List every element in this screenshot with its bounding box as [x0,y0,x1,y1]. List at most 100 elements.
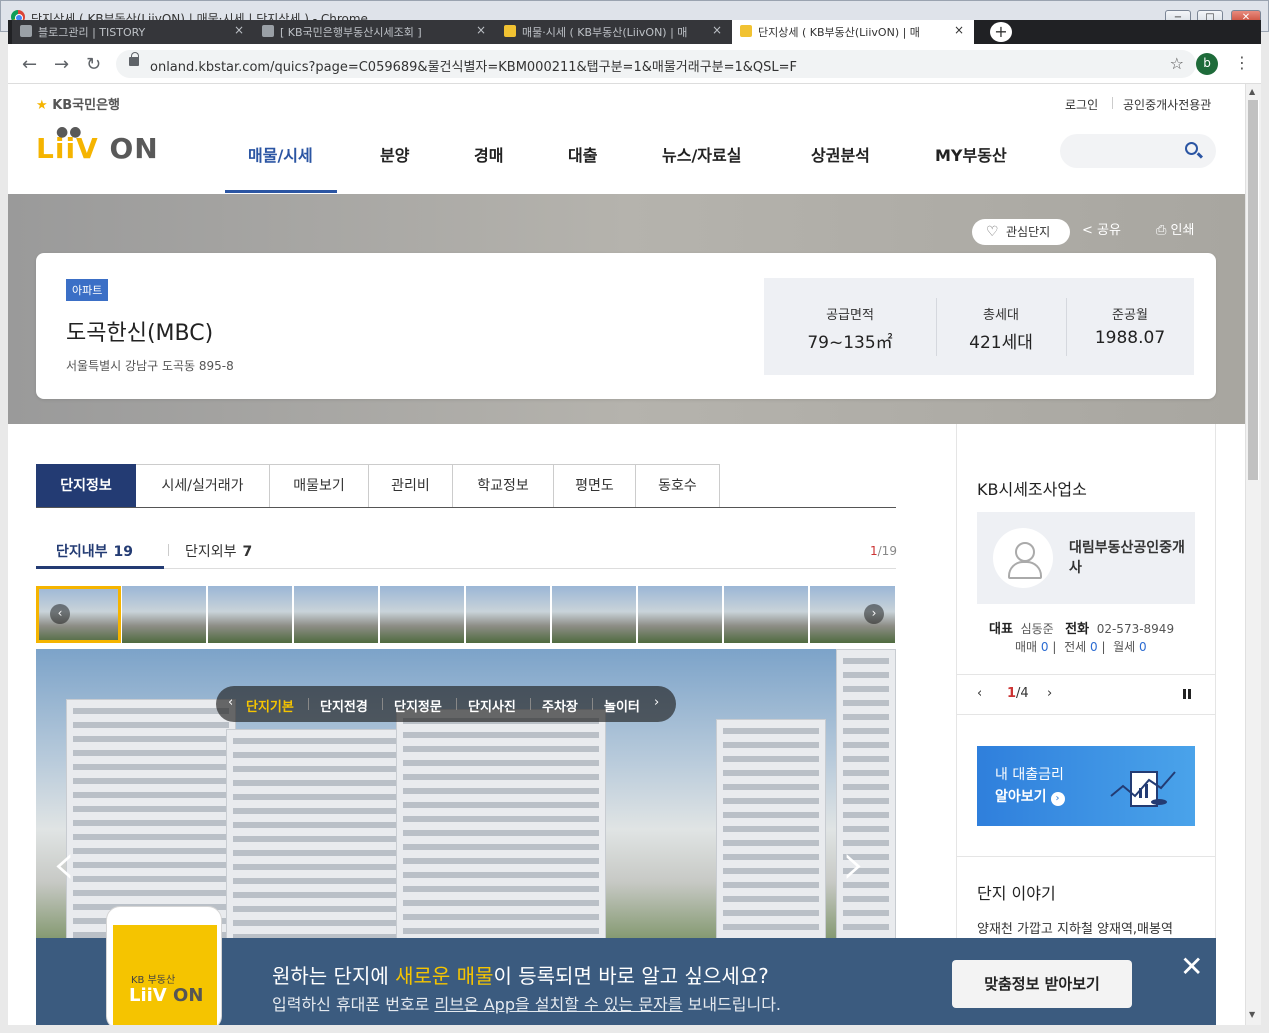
tab-close-icon[interactable]: × [712,23,722,37]
category-parking[interactable]: 주차장 [542,696,578,715]
liivon-logo[interactable]: ●● LiiV ON [36,124,159,165]
tab-price[interactable]: 시세/실거래가 [136,464,270,508]
tab-strip: 블로그관리 | TISTORY × [ KB국민은행부동산시세조회 ] × 매물… [8,20,1261,44]
agent-next-icon[interactable]: › [1047,686,1052,701]
thumb-next-arrow-icon[interactable]: › [864,604,884,624]
stat-value: 79~135㎡ [807,333,893,353]
site-search-input[interactable] [1060,134,1216,168]
reload-button[interactable]: ↻ [86,54,101,75]
browser-tab-active[interactable]: 단지상세 ( KB부동산(LiivON) | 매 × [732,20,974,44]
agent-card[interactable]: 대림부동산공인중개사 [977,512,1195,604]
agent-hall-link[interactable]: 공인중개사전용관 [1123,96,1211,113]
gnb-my[interactable]: MY부동산 [935,142,1007,166]
tab-listings[interactable]: 매물보기 [270,464,369,508]
photo-thumbnail[interactable] [552,586,637,643]
category-prev-icon[interactable]: ‹ [228,695,233,710]
photo-thumbnail[interactable] [122,586,207,643]
gnb-listings[interactable]: 매물/시세 [248,142,313,166]
browser-tab[interactable]: [ KB국민은행부동산시세조회 ] × [254,20,496,44]
lock-icon [129,52,139,66]
favorite-complex-button[interactable]: ♡ 관심단지 [972,219,1070,245]
agent-name: 대림부동산공인중개사 [1069,540,1185,576]
category-photos[interactable]: 단지사진 [468,696,516,715]
photo-thumbnail[interactable] [466,586,551,643]
tab-close-icon[interactable]: × [476,23,486,37]
back-button[interactable]: ← [22,54,37,75]
gnb-loan[interactable]: 대출 [568,142,597,166]
phone-on-text: ON [173,985,204,1006]
category-playground[interactable]: 놀이터 [604,696,640,715]
subtext-pre: 입력하신 휴대폰 번호로 [272,995,435,1014]
photo-thumbnail[interactable] [724,586,809,643]
photo-thumbnail[interactable] [638,586,723,643]
photo-counter-current: 1 [870,544,878,558]
photo-thumbnail[interactable] [208,586,293,643]
agent-prev-icon[interactable]: ‹ [977,686,982,701]
headline-post: 이 등록되면 바로 알고 싶으세요? [493,964,769,988]
subtext-post: 보내드립니다. [682,995,782,1014]
kb-bank-logo[interactable]: ★ KB국민은행 [36,94,120,113]
share-button[interactable]: < 공유 [1082,219,1121,245]
print-button[interactable]: ⎙ 인쇄 [1156,219,1194,245]
subtab-outside[interactable]: 단지외부 7 [185,541,252,561]
tab-close-icon[interactable]: × [954,23,964,37]
custom-info-button[interactable]: 맞춤정보 받아보기 [952,960,1132,1008]
sidebar-divider [957,856,1215,857]
subtab-inside[interactable]: 단지내부 19 [56,541,133,561]
stat-value: 421세대 [969,333,1033,353]
photo-thumbnail[interactable] [36,586,121,643]
address-bar[interactable]: onland.kbstar.com/quics?page=C059689&물건식… [116,50,1196,78]
gnb-active-indicator [225,190,337,193]
share-icon: < [1082,223,1093,238]
count-label: 전세 [1064,640,1087,654]
page-scrollbar[interactable]: ▲ ▼ [1245,84,1261,1025]
pause-icon[interactable] [1183,689,1191,699]
browser-tab[interactable]: 블로그관리 | TISTORY × [12,20,254,44]
photo-next-arrow-icon[interactable]: › [842,829,866,899]
tab-close-icon[interactable]: × [234,23,244,37]
tab-title: 매물·시세 ( KB부동산(LiivON) | 매 [522,26,688,39]
photo-prev-arrow-icon[interactable]: ‹ [52,829,76,899]
photo-thumbnail[interactable] [380,586,465,643]
gnb-auction[interactable]: 경매 [474,142,503,166]
headline-pre: 원하는 단지에 [272,964,396,988]
loan-rate-banner[interactable]: 내 대출금리 알아보기 › [977,746,1195,826]
share-label: 공유 [1097,223,1121,238]
search-icon[interactable] [1185,142,1198,155]
forward-button[interactable]: → [54,54,69,75]
category-overview[interactable]: 단지전경 [320,696,368,715]
thumb-prev-arrow-icon[interactable]: ‹ [50,604,70,624]
phone-kb-text: KB 부동산 [131,975,176,986]
agent-pager-current: 1 [1007,686,1017,701]
tab-unit[interactable]: 동호수 [636,464,720,508]
rep-name: 심동준 [1020,622,1054,636]
tab-title: [ KB국민은행부동산시세조회 ] [280,26,422,39]
bookmark-star-icon[interactable]: ☆ [1170,54,1184,73]
gnb-commercial[interactable]: 상권분석 [811,142,870,166]
gnb-presale[interactable]: 분양 [380,142,409,166]
category-next-icon[interactable]: › [654,695,659,710]
tab-maintenance[interactable]: 관리비 [369,464,453,508]
scroll-down-icon[interactable]: ▼ [1249,1010,1255,1019]
tab-floorplan[interactable]: 평면도 [554,464,636,508]
gnb-news[interactable]: 뉴스/자료실 [662,142,741,166]
tab-school[interactable]: 학교정보 [453,464,554,508]
url-text[interactable]: onland.kbstar.com/quics?page=C059689&물건식… [150,56,797,75]
login-link[interactable]: 로그인 [1065,96,1098,113]
category-basic[interactable]: 단지기본 [246,696,294,715]
scrollbar-thumb[interactable] [1248,100,1259,480]
photo-category-nav: ‹ 단지기본 단지전경 단지정문 단지사진 주차장 놀이터 › [216,686,676,722]
profile-avatar[interactable]: b [1196,53,1218,75]
photo-thumbnail[interactable] [294,586,379,643]
tab-complex-info[interactable]: 단지정보 [36,464,136,508]
scroll-up-icon[interactable]: ▲ [1249,87,1255,96]
new-tab-button[interactable]: + [990,22,1012,42]
subtext-link: 리브온 App을 설치할 수 있는 문자를 [434,995,683,1014]
banner-close-icon[interactable]: ✕ [1180,950,1203,983]
browser-tab[interactable]: 매물·시세 ( KB부동산(LiivON) | 매 × [496,20,732,44]
chrome-menu-icon[interactable]: ⋮ [1234,53,1250,72]
category-divider [456,698,457,710]
rep-label: 대표 [989,622,1013,637]
category-gate[interactable]: 단지정문 [394,696,442,715]
count-value: 0 [1089,640,1098,654]
